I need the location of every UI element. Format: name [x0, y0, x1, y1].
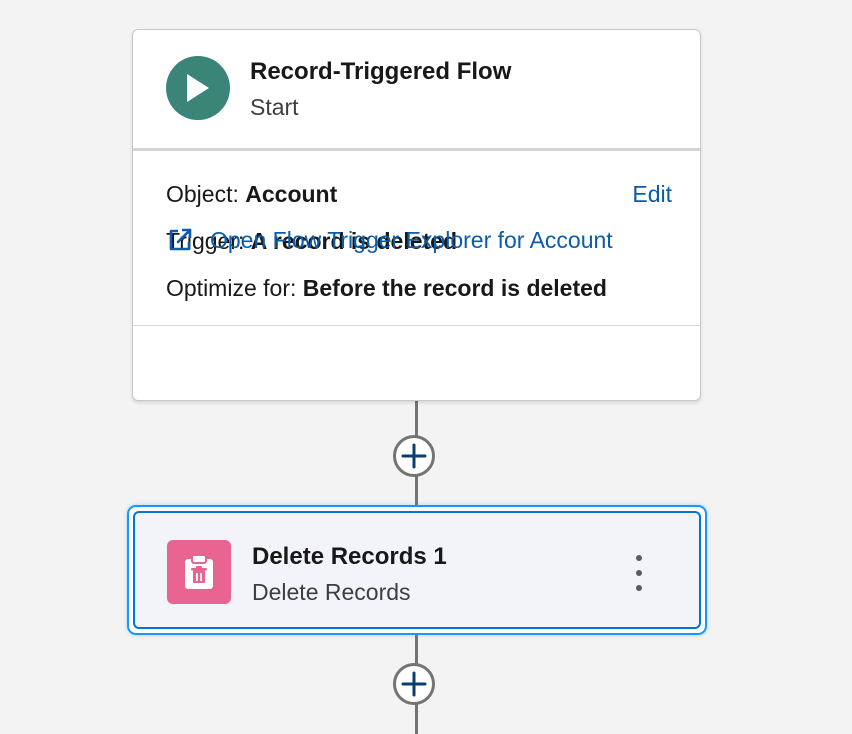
optimize-label: Optimize for: [166, 275, 297, 301]
start-element-card[interactable]: Record-Triggered Flow Start Object: Acco… [132, 29, 701, 401]
edit-link[interactable]: Edit [632, 181, 672, 208]
delete-records-title: Delete Records 1 [252, 543, 447, 570]
play-icon [166, 56, 230, 120]
delete-records-subtitle: Delete Records [252, 579, 411, 605]
more-vertical-icon[interactable] [629, 555, 649, 591]
optimize-value: Before the record is deleted [302, 275, 607, 301]
plus-icon [401, 671, 427, 697]
object-label: Object: [166, 181, 239, 207]
optimize-row: Optimize for: Before the record is delet… [166, 275, 607, 302]
external-link-icon [169, 228, 192, 251]
flow-canvas: Record-Triggered Flow Start Object: Acco… [0, 0, 852, 734]
start-element-title: Record-Triggered Flow [250, 58, 512, 85]
add-element-button[interactable] [393, 435, 435, 477]
delete-records-element-card[interactable]: Delete Records 1 Delete Records [127, 505, 707, 635]
delete-records-element-body: Delete Records 1 Delete Records [133, 511, 701, 629]
delete-records-icon [167, 540, 231, 604]
explorer-link-text: Open Flow Trigger Explorer for Account [210, 226, 613, 253]
menu-dot [636, 555, 642, 561]
object-value: Account [245, 181, 338, 207]
plus-icon [401, 443, 427, 469]
add-element-button[interactable] [393, 663, 435, 705]
object-row: Object: Account [166, 181, 337, 208]
menu-dot [636, 570, 642, 576]
start-element-header: Record-Triggered Flow Start [133, 30, 700, 151]
menu-dot [636, 585, 642, 591]
open-flow-trigger-explorer-link[interactable]: Open Flow Trigger Explorer for Account [166, 226, 613, 254]
start-element-subtitle: Start [250, 94, 299, 120]
